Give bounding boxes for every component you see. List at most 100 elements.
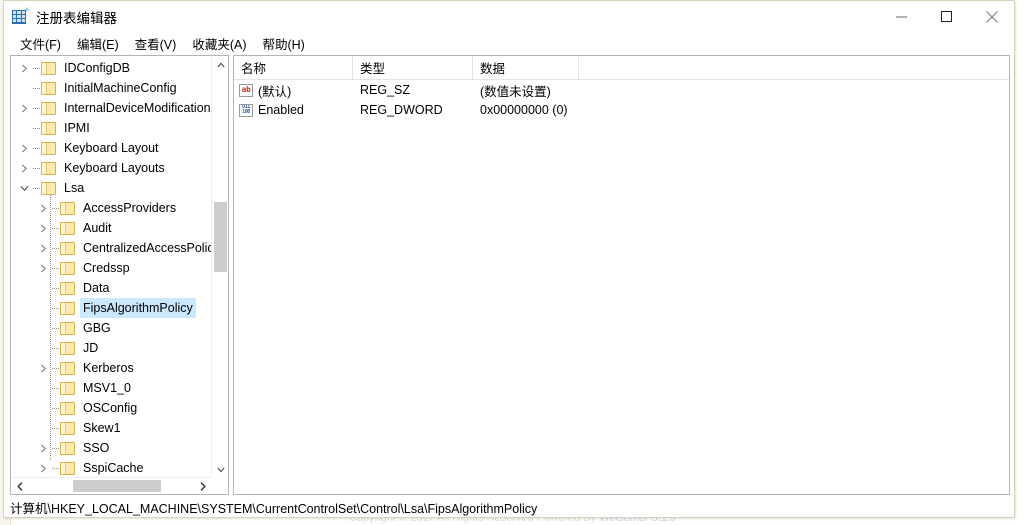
tree-connector xyxy=(32,78,41,98)
minimize-icon xyxy=(896,16,907,18)
close-icon xyxy=(985,10,998,23)
tree-connector xyxy=(32,118,41,138)
folder-icon xyxy=(60,381,75,395)
tree-node-spacer xyxy=(35,278,51,298)
close-button[interactable] xyxy=(969,1,1014,32)
tree-node[interactable]: InternalDeviceModification xyxy=(11,98,213,118)
tree-node[interactable]: SSO xyxy=(11,438,213,458)
menu-edit[interactable]: 编辑(E) xyxy=(70,32,128,56)
folder-icon xyxy=(60,201,75,215)
tree-node[interactable]: FipsAlgorithmPolicy xyxy=(11,298,213,318)
tree-horizontal-scroll-thumb[interactable] xyxy=(73,480,161,492)
tree-node[interactable]: Credssp xyxy=(11,258,213,278)
chevron-right-icon[interactable] xyxy=(35,358,51,378)
scroll-up-button[interactable] xyxy=(212,56,228,73)
tree-node[interactable]: MSV1_0 xyxy=(11,378,213,398)
tree-node-label: AccessProviders xyxy=(83,201,177,215)
folder-icon xyxy=(60,341,75,355)
tree-node-label: InitialMachineConfig xyxy=(64,81,177,95)
scroll-right-button[interactable] xyxy=(194,478,211,494)
tree-node[interactable]: GBG xyxy=(11,318,213,338)
value-name: Enabled xyxy=(258,103,304,117)
chevron-right-icon[interactable] xyxy=(35,258,51,278)
tree-node-spacer xyxy=(35,378,51,398)
maximize-icon xyxy=(941,11,952,22)
tree-connector xyxy=(51,258,60,278)
value-data-cell: 0x00000000 (0) xyxy=(480,103,568,117)
value-row[interactable]: ab (默认) REG_SZ (数值未设置) xyxy=(234,80,1009,100)
column-header-name[interactable]: 名称 xyxy=(234,56,353,79)
tree-node-label: IPMI xyxy=(64,121,90,135)
menu-favorites[interactable]: 收藏夹(A) xyxy=(185,32,255,56)
tree-node-label: Audit xyxy=(83,221,112,235)
tree-node[interactable]: CentralizedAccessPolicies xyxy=(11,238,213,258)
tree-node-label: JD xyxy=(83,341,99,355)
tree-node[interactable]: IDConfigDB xyxy=(11,58,213,78)
tree-connector xyxy=(51,338,60,358)
tree-node[interactable]: SspiCache xyxy=(11,458,213,478)
tree-connector xyxy=(51,458,60,478)
chevron-right-icon[interactable] xyxy=(35,218,51,238)
chevron-right-icon[interactable] xyxy=(16,98,32,118)
column-header-data[interactable]: 数据 xyxy=(473,56,579,79)
tree-connector xyxy=(51,198,60,218)
tree-node[interactable]: Keyboard Layout xyxy=(11,138,213,158)
folder-icon xyxy=(41,61,56,75)
tree-node-label: InternalDeviceModification xyxy=(64,101,211,115)
registry-tree: IDConfigDB InitialMachineConfig InternalDe… xyxy=(11,56,213,478)
menu-help[interactable]: 帮助(H) xyxy=(255,32,313,56)
tree-node[interactable]: InitialMachineConfig xyxy=(11,78,213,98)
folder-icon xyxy=(41,141,56,155)
tree-node[interactable]: Data xyxy=(11,278,213,298)
tree-connector xyxy=(51,318,60,338)
tree-node[interactable]: Audit xyxy=(11,218,213,238)
chevron-down-icon[interactable] xyxy=(16,178,32,198)
tree-node[interactable]: Keyboard Layouts xyxy=(11,158,213,178)
registry-value-pane: 名称 类型 数据 ab (默认) REG_SZ (数值未设置) 011 100 Enable… xyxy=(233,55,1010,495)
chevron-right-icon[interactable] xyxy=(35,198,51,218)
tree-connector xyxy=(51,358,60,378)
tree-node[interactable]: JD xyxy=(11,338,213,358)
tree-horizontal-scrollbar[interactable] xyxy=(11,477,228,494)
tree-node-spacer xyxy=(35,298,51,318)
tree-node[interactable]: Lsa xyxy=(11,178,213,198)
tree-connector xyxy=(51,298,60,318)
chevron-right-icon[interactable] xyxy=(16,58,32,78)
tree-vertical-scrollbar[interactable] xyxy=(211,56,228,478)
chevron-right-icon[interactable] xyxy=(16,158,32,178)
folder-icon xyxy=(60,461,75,475)
tree-node[interactable]: IPMI xyxy=(11,118,213,138)
content-area: IDConfigDB InitialMachineConfig InternalDe… xyxy=(10,55,1010,495)
tree-node[interactable]: OSConfig xyxy=(11,398,213,418)
menu-file[interactable]: 文件(F) xyxy=(13,32,70,56)
value-row[interactable]: 011 100 Enabled REG_DWORD 0x00000000 (0) xyxy=(234,100,1009,120)
maximize-button[interactable] xyxy=(924,1,969,32)
tree-vertical-scroll-thumb[interactable] xyxy=(214,202,227,272)
folder-icon xyxy=(60,421,75,435)
tree-node-label: Keyboard Layouts xyxy=(64,161,165,175)
tree-node[interactable]: AccessProviders xyxy=(11,198,213,218)
registry-tree-pane: IDConfigDB InitialMachineConfig InternalDe… xyxy=(10,55,229,495)
column-header-type[interactable]: 类型 xyxy=(353,56,473,79)
tree-node[interactable]: Kerberos xyxy=(11,358,213,378)
tree-node[interactable]: Skew1 xyxy=(11,418,213,438)
tree-node-label: Keyboard Layout xyxy=(64,141,159,155)
value-list-body: ab (默认) REG_SZ (数值未设置) 011 100 Enabled REG_DWOR… xyxy=(234,80,1009,120)
tree-node-label: Credssp xyxy=(83,261,130,275)
chevron-left-icon xyxy=(16,481,23,491)
folder-icon xyxy=(60,361,75,375)
value-name: (默认) xyxy=(258,84,292,99)
scroll-left-button[interactable] xyxy=(11,478,28,494)
folder-icon xyxy=(60,321,75,335)
chevron-right-icon[interactable] xyxy=(35,238,51,258)
chevron-right-icon[interactable] xyxy=(35,438,51,458)
menu-view[interactable]: 查看(V) xyxy=(128,32,186,56)
minimize-button[interactable] xyxy=(879,1,924,32)
tree-node-label: CentralizedAccessPolicies xyxy=(83,241,213,255)
chevron-right-icon[interactable] xyxy=(35,458,51,478)
chevron-right-icon[interactable] xyxy=(16,138,32,158)
folder-icon xyxy=(41,101,56,115)
window-controls xyxy=(879,1,1014,32)
title-bar[interactable]: 注册表编辑器 xyxy=(4,1,1014,33)
scroll-down-button[interactable] xyxy=(212,461,228,478)
